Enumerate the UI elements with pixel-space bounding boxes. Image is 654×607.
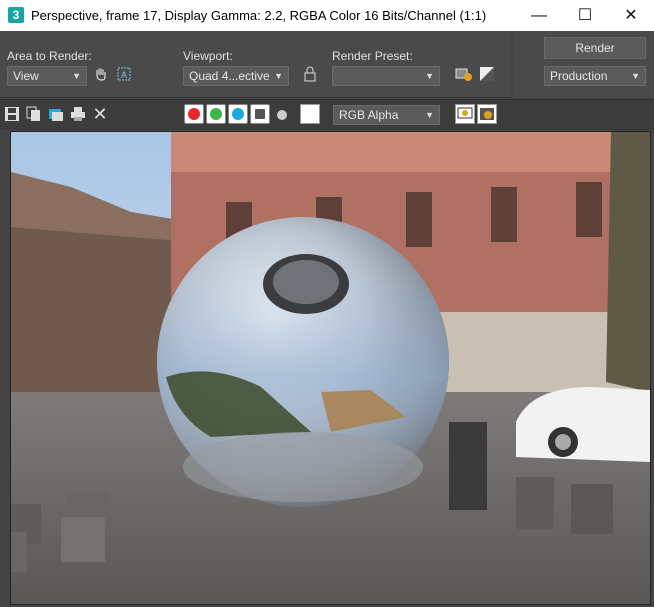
rendered-image-viewport[interactable] (10, 131, 651, 605)
channel-display-dropdown[interactable]: RGB Alpha ▼ (333, 105, 440, 125)
area-to-render-dropdown[interactable]: View ▼ (7, 66, 87, 86)
minimize-button[interactable]: — (516, 0, 562, 31)
rendered-scene-image (11, 132, 650, 604)
save-icon[interactable] (4, 106, 20, 122)
app-icon: 3 (8, 7, 24, 23)
render-button[interactable]: Render (544, 37, 646, 59)
green-dot-icon (210, 108, 222, 120)
close-button[interactable]: ✕ (608, 0, 654, 31)
auto-region-icon[interactable]: A (114, 66, 134, 86)
color-swatch[interactable] (300, 104, 320, 124)
monochrome-dot-icon[interactable] (277, 110, 287, 120)
render-setup-toolbar: Area to Render: View ▼ A Viewport: Quad 4… (0, 31, 654, 99)
hand-pan-icon[interactable] (91, 66, 111, 86)
chevron-down-icon: ▼ (72, 71, 81, 81)
chevron-down-icon: ▼ (425, 71, 434, 81)
production-dropdown[interactable]: Production ▼ (544, 66, 646, 86)
render-preset-label: Render Preset: (332, 49, 413, 63)
lock-icon[interactable] (300, 66, 320, 86)
maximize-button[interactable]: ☐ (562, 0, 608, 31)
chevron-down-icon: ▼ (631, 71, 640, 81)
display-toggle-icon[interactable] (455, 104, 475, 124)
clear-icon[interactable]: ✕ (92, 105, 108, 123)
viewport-label: Viewport: (183, 49, 233, 63)
chevron-down-icon: ▼ (274, 71, 283, 81)
window-title: Perspective, frame 17, Display Gamma: 2.… (31, 8, 487, 23)
viewport-dropdown[interactable]: Quad 4...ective ▼ (183, 66, 289, 86)
alpha-channel-toggle[interactable] (250, 104, 270, 124)
area-to-render-value: View (13, 69, 39, 83)
region-toggle-icon[interactable] (477, 104, 497, 124)
green-channel-toggle[interactable] (206, 104, 226, 124)
render-preset-dropdown[interactable]: ▼ (332, 66, 440, 86)
production-value: Production (550, 69, 608, 83)
area-to-render-label: Area to Render: (7, 49, 92, 63)
alpha-square-icon (255, 109, 265, 119)
viewport-value: Quad 4...ective (189, 69, 270, 83)
title-bar: 3 Perspective, frame 17, Display Gamma: … (0, 0, 654, 31)
red-dot-icon (188, 108, 200, 120)
svg-text:A: A (121, 70, 127, 80)
blue-dot-icon (232, 108, 244, 120)
chevron-down-icon: ▼ (425, 110, 434, 120)
blue-channel-toggle[interactable] (228, 104, 248, 124)
environment-icon[interactable] (477, 66, 497, 86)
channel-display-value: RGB Alpha (339, 108, 399, 122)
copy-icon[interactable] (26, 106, 42, 122)
render-options-panel (0, 31, 510, 98)
red-channel-toggle[interactable] (184, 104, 204, 124)
render-setup-icon[interactable] (454, 66, 474, 86)
clone-icon[interactable] (48, 106, 64, 122)
print-icon[interactable] (70, 106, 86, 122)
frame-toolbar: ✕ RGB Alpha ▼ (0, 99, 654, 130)
